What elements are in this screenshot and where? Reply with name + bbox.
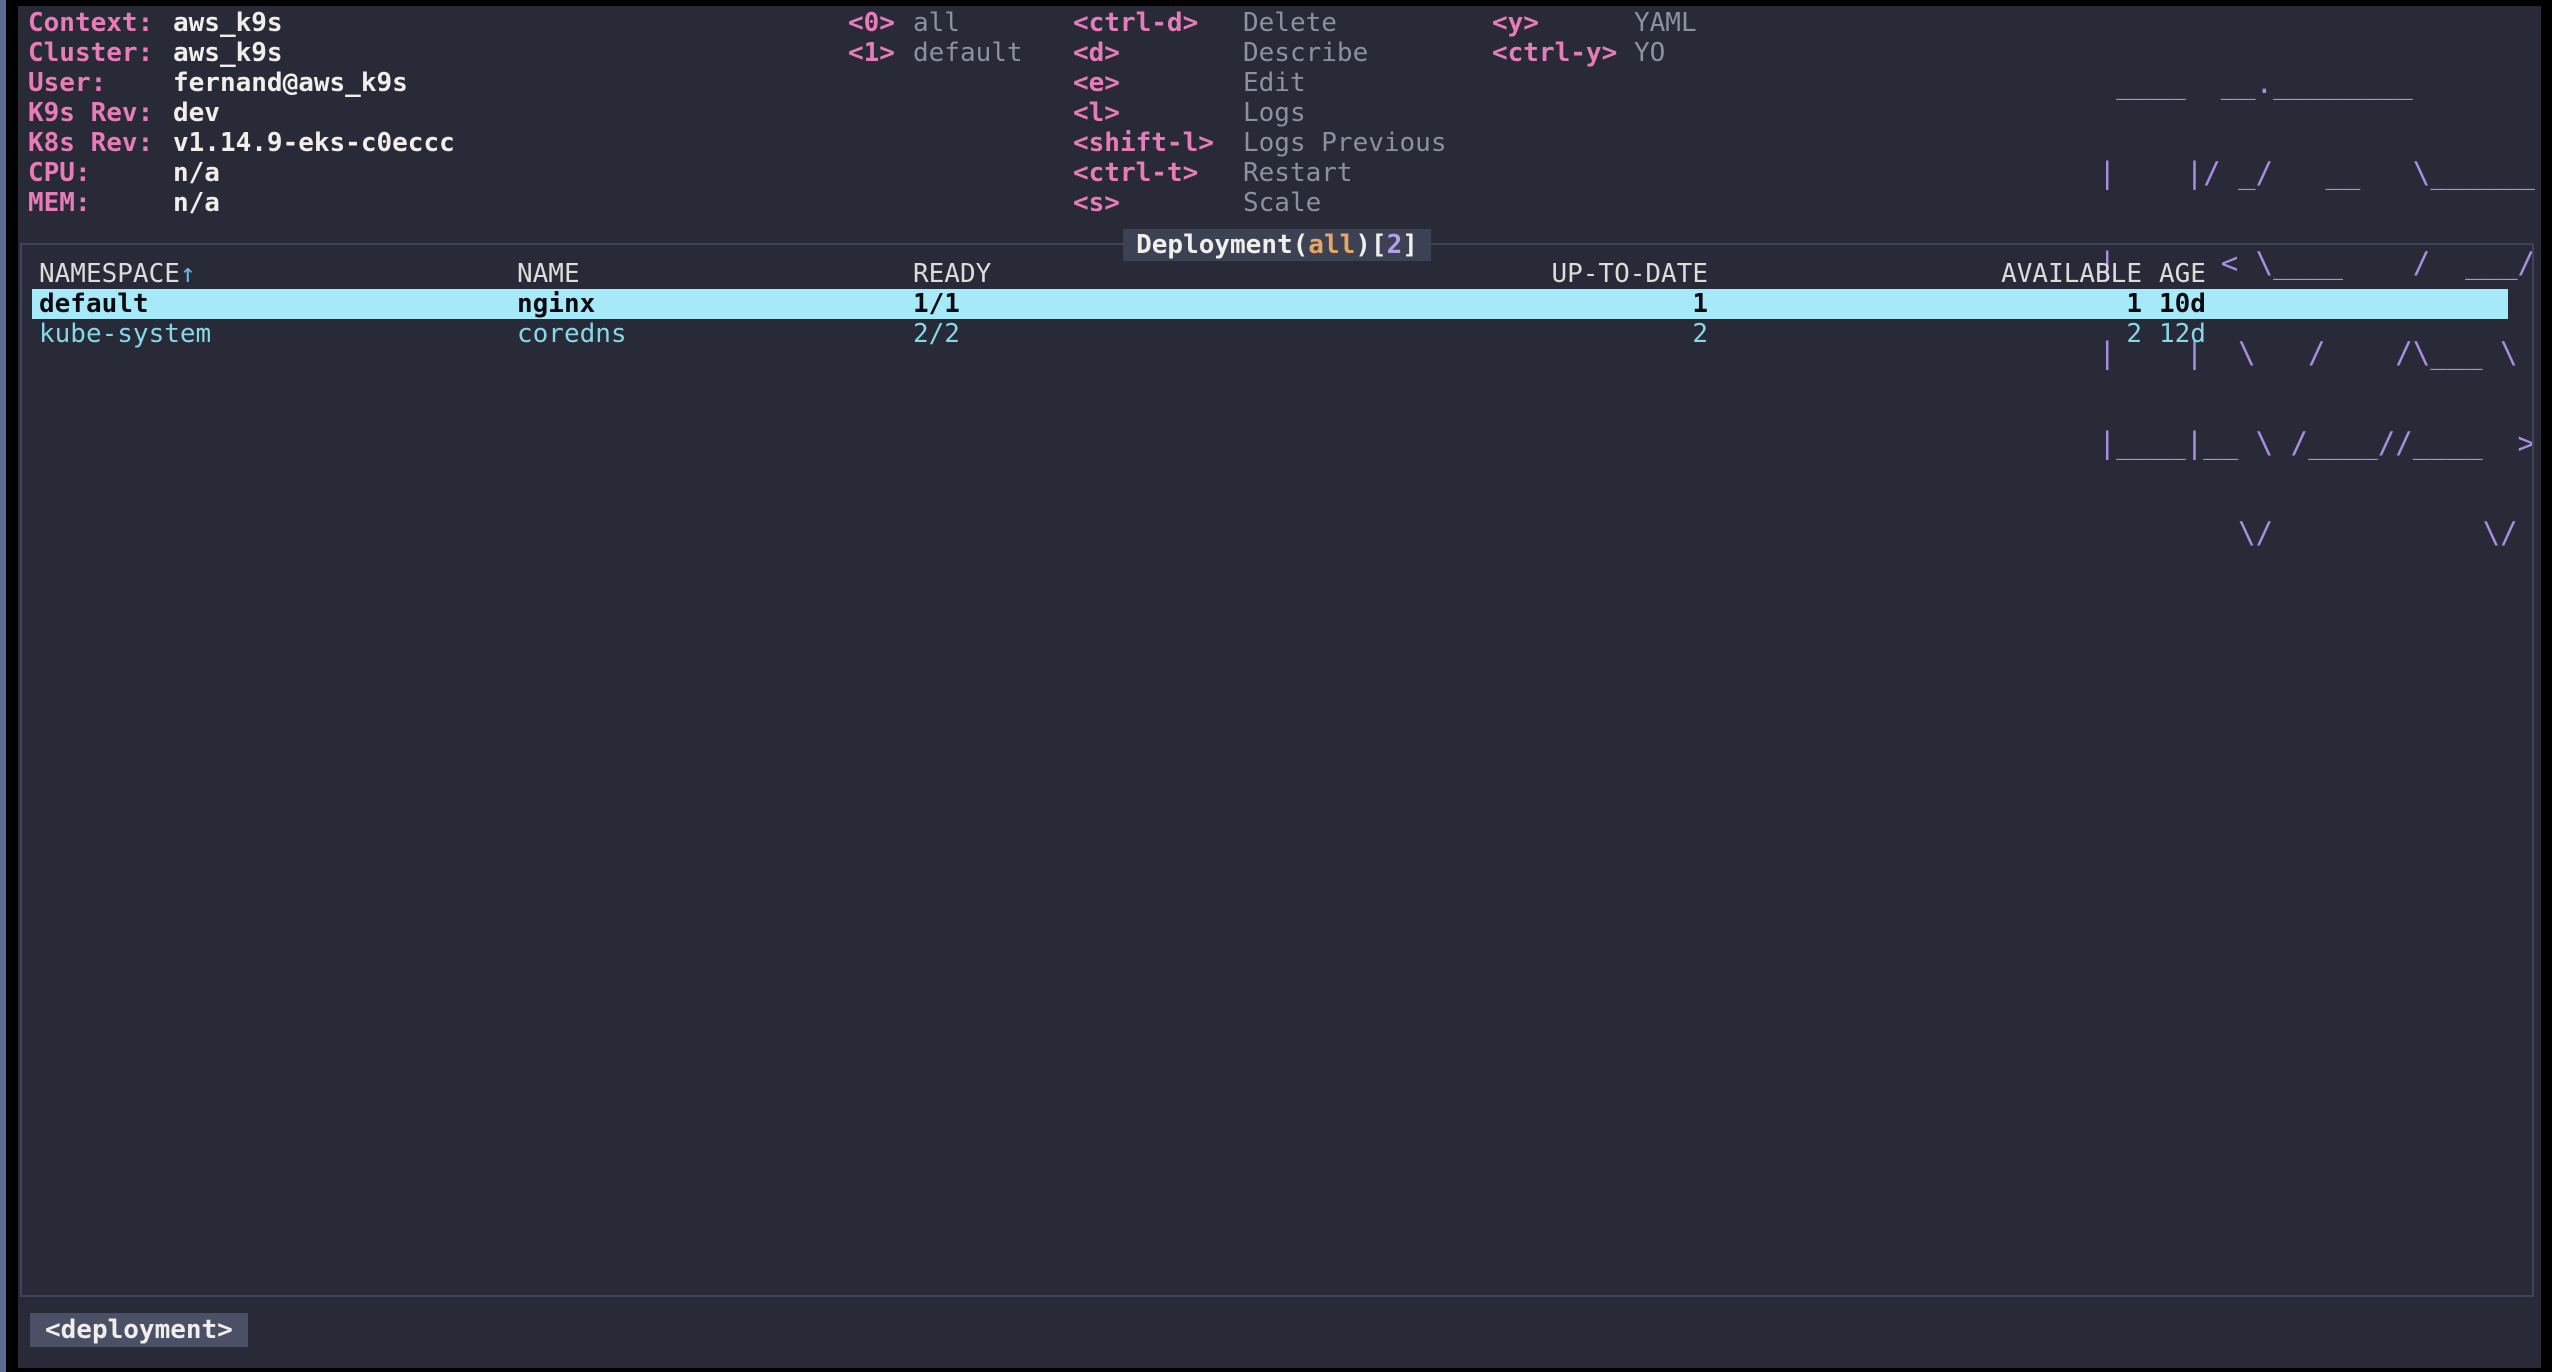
info-row-cpu: CPU: n/a — [28, 158, 455, 188]
cell-up-to-date: 2 — [1692, 319, 1708, 349]
cell-namespace: kube-system — [39, 319, 211, 349]
shortcut-scale: <s> Scale — [1073, 188, 1447, 218]
user-value: fernand@aws_k9s — [173, 68, 408, 98]
cell-up-to-date: 1 — [1692, 289, 1708, 319]
shortcut-key: <ctrl-y> — [1492, 38, 1634, 68]
sort-ascending-icon: ↑ — [180, 259, 196, 289]
shortcut-label: Logs — [1243, 98, 1306, 128]
k8s-rev-label: K8s Rev: — [28, 128, 173, 158]
cell-namespace: default — [39, 289, 149, 319]
k9s-rev-label: K9s Rev: — [28, 98, 173, 128]
shortcut-label: YO — [1634, 38, 1665, 68]
info-row-mem: MEM: n/a — [28, 188, 455, 218]
shortcut-describe: <d> Describe — [1073, 38, 1447, 68]
yaml-shortcut-menu: <y> YAML <ctrl-y> YO — [1492, 8, 1697, 68]
shortcut-yaml: <y> YAML — [1492, 8, 1697, 38]
shortcut-key: <ctrl-t> — [1073, 158, 1243, 188]
shortcut-key: <l> — [1073, 98, 1243, 128]
namespace-shortcut-menu: <0> all <1> default — [848, 8, 1023, 68]
shortcut-edit: <e> Edit — [1073, 68, 1447, 98]
context-label: Context: — [28, 8, 173, 38]
info-row-user: User: fernand@aws_k9s — [28, 68, 455, 98]
shortcut-label: Scale — [1243, 188, 1321, 218]
shortcut-label: Describe — [1243, 38, 1368, 68]
cell-name: nginx — [517, 289, 595, 319]
header-name[interactable]: NAME — [517, 259, 580, 289]
info-row-k8s-rev: K8s Rev: v1.14.9-eks-c0eccc — [28, 128, 455, 158]
action-shortcut-menu: <ctrl-d> Delete <d> Describe <e> Edit <l… — [1073, 8, 1447, 218]
header-available[interactable]: AVAILABLE — [2001, 259, 2142, 289]
info-row-k9s-rev: K9s Rev: dev — [28, 98, 455, 128]
cell-name: coredns — [517, 319, 627, 349]
shortcut-delete: <ctrl-d> Delete — [1073, 8, 1447, 38]
shortcut-key: <e> — [1073, 68, 1243, 98]
cluster-label: Cluster: — [28, 38, 173, 68]
user-label: User: — [28, 68, 173, 98]
info-row-context: Context: aws_k9s — [28, 8, 455, 38]
k9s-rev-value: dev — [173, 98, 220, 128]
header-ready[interactable]: READY — [913, 259, 991, 289]
shortcut-all-namespaces: <0> all — [848, 8, 1023, 38]
cpu-label: CPU: — [28, 158, 173, 188]
cell-age: 10d — [2159, 289, 2206, 319]
cell-ready: 2/2 — [913, 319, 960, 349]
header-age[interactable]: AGE — [2159, 259, 2206, 289]
shortcut-key: <1> — [848, 38, 913, 68]
deployments-table: NAMESPACE↑ NAME READY UP-TO-DATE AVAILAB… — [22, 245, 2532, 349]
shortcut-label: Restart — [1243, 158, 1353, 188]
cpu-value: n/a — [173, 158, 220, 188]
shortcut-key: <d> — [1073, 38, 1243, 68]
shortcut-label: YAML — [1634, 8, 1697, 38]
shortcut-key: <y> — [1492, 8, 1634, 38]
shortcut-label: Logs Previous — [1243, 128, 1447, 158]
table-row-coredns[interactable]: kube-system coredns 2/2 2 2 12d — [22, 319, 2532, 349]
shortcut-default-namespace: <1> default — [848, 38, 1023, 68]
breadcrumb-deployment: <deployment> — [30, 1313, 248, 1347]
deployments-panel: Deployment(all)[2] NAMESPACE↑ NAME READY… — [20, 243, 2534, 1297]
cell-available: 1 — [2126, 289, 2142, 319]
table-row-nginx[interactable]: default nginx 1/1 1 1 10d — [22, 289, 2532, 319]
shortcut-label: default — [913, 38, 1023, 68]
header-namespace[interactable]: NAMESPACE↑ — [39, 259, 196, 289]
k9s-terminal: Context: aws_k9s Cluster: aws_k9s User: … — [18, 6, 2541, 1368]
k8s-rev-value: v1.14.9-eks-c0eccc — [173, 128, 455, 158]
shortcut-label: all — [913, 8, 960, 38]
cell-ready: 1/1 — [913, 289, 960, 319]
shortcut-logs-previous: <shift-l> Logs Previous — [1073, 128, 1447, 158]
context-value: aws_k9s — [173, 8, 283, 38]
shortcut-logs: <l> Logs — [1073, 98, 1447, 128]
shortcut-restart: <ctrl-t> Restart — [1073, 158, 1447, 188]
window-edge-accent — [0, 0, 6, 1372]
table-header-row: NAMESPACE↑ NAME READY UP-TO-DATE AVAILAB… — [22, 259, 2532, 289]
shortcut-key: <0> — [848, 8, 913, 38]
info-row-cluster: Cluster: aws_k9s — [28, 38, 455, 68]
cell-age: 12d — [2159, 319, 2206, 349]
logo-line: | |/ _/ __ \______ — [2099, 158, 2536, 188]
mem-label: MEM: — [28, 188, 173, 218]
shortcut-key: <ctrl-d> — [1073, 8, 1243, 38]
cell-available: 2 — [2126, 319, 2142, 349]
shortcut-key: <s> — [1073, 188, 1243, 218]
shortcut-label: Delete — [1243, 8, 1337, 38]
logo-line: ____ __.________ — [2099, 68, 2536, 98]
mem-value: n/a — [173, 188, 220, 218]
header-namespace-label: NAMESPACE — [39, 259, 180, 289]
cluster-value: aws_k9s — [173, 38, 283, 68]
shortcut-yo: <ctrl-y> YO — [1492, 38, 1697, 68]
shortcut-label: Edit — [1243, 68, 1306, 98]
header-up-to-date[interactable]: UP-TO-DATE — [1551, 259, 1708, 289]
shortcut-key: <shift-l> — [1073, 128, 1243, 158]
cluster-info: Context: aws_k9s Cluster: aws_k9s User: … — [28, 8, 455, 218]
